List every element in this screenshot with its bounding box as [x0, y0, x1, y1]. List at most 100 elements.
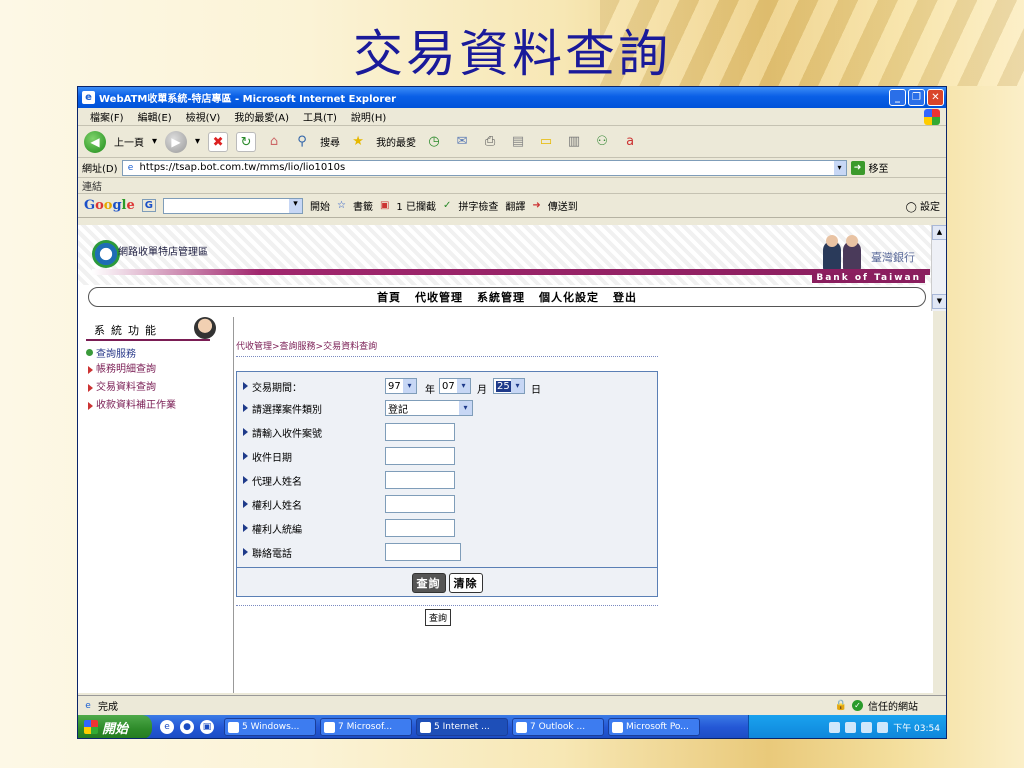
- owner-name-input[interactable]: [385, 495, 455, 513]
- minimize-button[interactable]: _: [889, 89, 906, 106]
- edit-icon[interactable]: ▤: [508, 132, 528, 152]
- small-query-button[interactable]: 查詢: [425, 609, 452, 626]
- print-icon[interactable]: ⎙: [480, 132, 500, 152]
- agent-name-input[interactable]: [385, 471, 455, 489]
- sidebar-item-payment-correction[interactable]: 收款資料補正作業: [88, 398, 233, 414]
- owner-name-row: 權利人姓名: [243, 494, 302, 514]
- case-type-select[interactable]: 登記 ▾: [385, 400, 473, 416]
- volume-icon[interactable]: [861, 721, 873, 733]
- google-search-input[interactable]: [163, 197, 303, 214]
- quicklaunch-ppt-icon[interactable]: ▣: [200, 720, 214, 734]
- case-number-row: 請輸入收件案號: [243, 422, 322, 442]
- address-url: https://tsap.bot.com.tw/mms/lio/lio1010s: [139, 162, 346, 173]
- back-arrow-icon[interactable]: ◀: [84, 130, 106, 153]
- favorites-label[interactable]: 我的最愛: [376, 134, 416, 149]
- system-label: 網路收單特店管理區: [118, 247, 208, 258]
- stop-icon[interactable]: ✖: [208, 131, 229, 152]
- menu-file[interactable]: 檔案(F): [90, 109, 124, 124]
- task-word[interactable]: 7 Microsof...: [320, 718, 412, 736]
- month-select[interactable]: 07 ▾: [439, 378, 471, 394]
- sidebar-item-transaction-query[interactable]: 交易資料查詢: [88, 380, 233, 396]
- clear-button[interactable]: 清除: [448, 572, 483, 593]
- google-start-button[interactable]: 開始: [310, 198, 330, 213]
- menu-favorites[interactable]: 我的最愛(A): [234, 109, 289, 124]
- forward-arrow-icon[interactable]: ▶: [165, 130, 188, 153]
- phone-input[interactable]: [385, 543, 461, 561]
- keyboard-icon[interactable]: [829, 721, 841, 733]
- scroll-up-icon[interactable]: ▲: [932, 225, 946, 240]
- translate-icon[interactable]: a: [620, 132, 640, 152]
- google-settings-button[interactable]: ◯ 設定: [906, 198, 940, 213]
- security-icon[interactable]: [877, 721, 889, 733]
- google-spell-button[interactable]: 拼字檢查: [458, 198, 498, 213]
- search-label[interactable]: 搜尋: [320, 134, 340, 149]
- links-label[interactable]: 連結: [82, 178, 102, 193]
- day-select[interactable]: 25 ▾: [493, 378, 525, 394]
- bank-name-zh: 臺灣銀行: [871, 251, 915, 264]
- sidebar-item-account-detail[interactable]: 帳務明細查詢: [88, 362, 233, 378]
- network-icon[interactable]: [845, 721, 857, 733]
- quicklaunch-media-icon[interactable]: ●: [180, 720, 194, 734]
- close-button[interactable]: ✕: [927, 89, 944, 106]
- year-select[interactable]: 97 ▾: [385, 378, 417, 394]
- task-internet[interactable]: 5 Internet ...: [416, 718, 508, 736]
- go-label[interactable]: 移至: [869, 160, 889, 175]
- nav-personal[interactable]: 個人化設定: [539, 289, 599, 305]
- task-powerpoint[interactable]: Microsoft Po...: [608, 718, 700, 736]
- address-dropdown-icon[interactable]: ▾: [833, 160, 846, 175]
- google-translate-button[interactable]: 翻譯: [505, 198, 525, 213]
- history-icon[interactable]: ◷: [424, 132, 444, 152]
- favorites-star-icon[interactable]: ★: [348, 132, 368, 152]
- menu-view[interactable]: 檢視(V): [186, 109, 221, 124]
- quicklaunch-ie-icon[interactable]: e: [160, 720, 174, 734]
- back-label[interactable]: 上一頁: [114, 134, 144, 149]
- owner-id-row: 權利人統編: [243, 518, 302, 538]
- bookmark-star-icon[interactable]: ☆: [337, 200, 346, 211]
- status-bar: e 完成 🔒 ✓ 信任的網站: [78, 695, 946, 715]
- mail-icon[interactable]: ✉: [452, 132, 472, 152]
- popup-blocked-count[interactable]: 1 已攔截: [396, 198, 436, 213]
- task-outlook[interactable]: 7 Outlook ...: [512, 718, 604, 736]
- vertical-scrollbar[interactable]: ▲ ▼: [931, 225, 946, 311]
- title-bar[interactable]: e WebATM收單系統-特店專區 - Microsoft Internet E…: [78, 87, 946, 108]
- query-button[interactable]: 查詢: [411, 572, 446, 593]
- nav-system[interactable]: 系統管理: [477, 289, 525, 305]
- address-input[interactable]: e https://tsap.bot.com.tw/mms/lio/lio101…: [121, 159, 847, 176]
- search-icon[interactable]: ⚲: [292, 132, 312, 152]
- home-icon[interactable]: ⌂: [264, 132, 284, 152]
- bank-logo-icon: [92, 240, 120, 268]
- refresh-icon[interactable]: ↻: [236, 131, 257, 152]
- menu-edit[interactable]: 編輯(E): [138, 109, 172, 124]
- folder-icon[interactable]: ▭: [536, 132, 556, 152]
- research-icon[interactable]: ▥: [564, 132, 584, 152]
- forward-dropdown-icon[interactable]: ▾: [195, 136, 200, 147]
- google-send-button[interactable]: 傳送到: [548, 198, 578, 213]
- windows-flag-icon: [84, 720, 98, 734]
- user-avatar-icon: [194, 317, 216, 339]
- maximize-button[interactable]: ❐: [908, 89, 925, 106]
- nav-home[interactable]: 首頁: [377, 289, 401, 305]
- popup-blocker-icon: ▣: [379, 200, 390, 211]
- case-number-input[interactable]: [385, 423, 455, 441]
- start-button[interactable]: 開始: [78, 715, 152, 738]
- back-dropdown-icon[interactable]: ▾: [152, 136, 157, 147]
- trusted-check-icon: ✓: [852, 700, 863, 711]
- owner-id-input[interactable]: [385, 519, 455, 537]
- receive-date-input[interactable]: [385, 447, 455, 465]
- go-arrow-icon[interactable]: ➜: [850, 160, 865, 175]
- nav-collection[interactable]: 代收管理: [415, 289, 463, 305]
- bullet-icon: [88, 402, 93, 410]
- menu-help[interactable]: 說明(H): [351, 109, 386, 124]
- menu-tools[interactable]: 工具(T): [303, 109, 337, 124]
- main-nav: 首頁 代收管理 系統管理 個人化設定 登出: [88, 287, 926, 307]
- google-menu-button[interactable]: G: [141, 199, 156, 212]
- scroll-down-icon[interactable]: ▼: [932, 294, 946, 309]
- form-actions: 查詢 清除: [237, 567, 657, 597]
- sidebar-section-query[interactable]: 查詢服務: [86, 345, 233, 360]
- nav-logout[interactable]: 登出: [613, 289, 637, 305]
- messenger-icon[interactable]: ⚇: [592, 132, 612, 152]
- task-windows[interactable]: 5 Windows...: [224, 718, 316, 736]
- security-zone: 🔒 ✓ 信任的網站: [835, 698, 918, 713]
- page-done-icon: e: [85, 700, 91, 711]
- google-bookmarks-button[interactable]: 書籤: [353, 198, 373, 213]
